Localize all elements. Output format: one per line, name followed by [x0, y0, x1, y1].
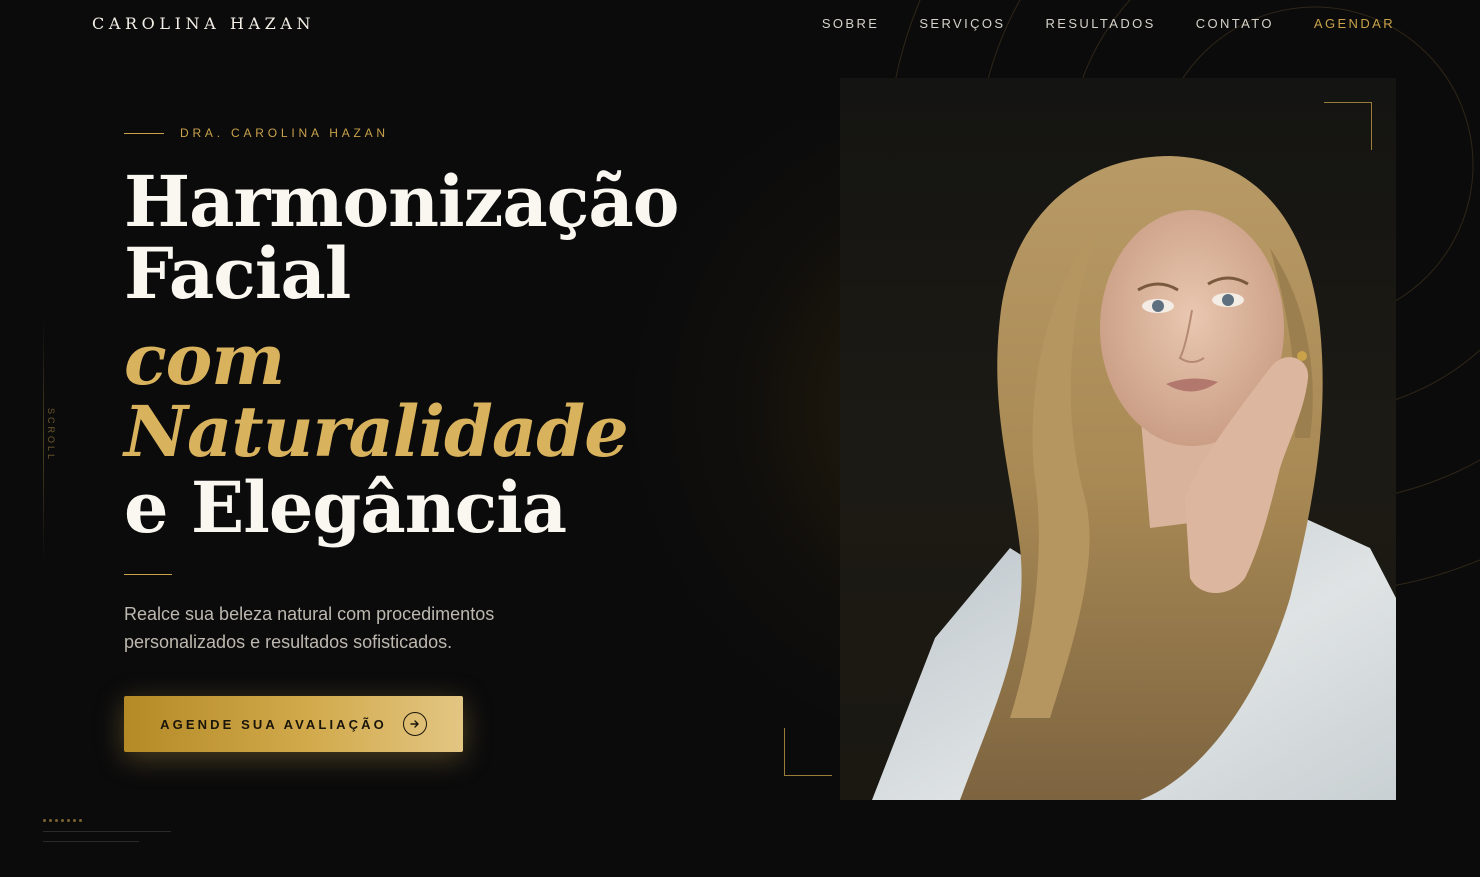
nav-link-resultados[interactable]: RESULTADOS — [1046, 16, 1156, 31]
scroll-label: SCROLL — [46, 407, 57, 463]
portrait-photo — [840, 78, 1396, 800]
frame-corner-top-right — [1324, 102, 1372, 150]
headline-line-2: Facial — [124, 232, 351, 315]
brand-logo[interactable]: CAROLINA HAZAN — [92, 14, 315, 33]
eyebrow-text: DRA. CAROLINA HAZAN — [180, 126, 389, 140]
hero-subtext: Realce sua beleza natural com procedimen… — [124, 604, 495, 652]
dot — [67, 819, 70, 822]
hero-eyebrow: DRA. CAROLINA HAZAN — [124, 126, 389, 140]
decorative-dots — [43, 819, 82, 822]
nav-links: SOBRE SERVIÇOS RESULTADOS CONTATO AGENDA… — [782, 16, 1395, 31]
dot — [61, 819, 64, 822]
top-navigation: CAROLINA HAZAN SOBRE SERVIÇOS RESULTADOS… — [0, 0, 1480, 48]
arrow-right-icon — [402, 712, 427, 736]
nav-link-contato[interactable]: CONTATO — [1196, 16, 1274, 31]
decorative-line — [43, 841, 139, 842]
eyebrow-line — [124, 132, 164, 134]
schedule-evaluation-button[interactable]: AGENDE SUA AVALIAÇÃO — [124, 696, 463, 752]
hero-headline: Harmonização Facial com Naturalidade e E… — [124, 160, 679, 549]
cta-label: AGENDE SUA AVALIAÇÃO — [160, 716, 387, 732]
headline-line-4: Naturalidade — [124, 390, 629, 473]
headline-line-1: Harmonização — [124, 160, 679, 243]
portrait-illustration — [872, 156, 1396, 800]
dot — [43, 819, 46, 822]
decorative-line — [43, 831, 171, 832]
scroll-indicator-line — [43, 320, 44, 560]
nav-link-sobre[interactable]: SOBRE — [822, 16, 880, 31]
headline-divider — [124, 574, 172, 575]
dot — [79, 819, 82, 822]
dot — [55, 819, 58, 822]
dot — [49, 819, 52, 822]
headline-line-5: e Elegância — [124, 466, 567, 549]
dot — [73, 819, 76, 822]
headline-line-3: com — [124, 318, 285, 401]
nav-link-agendar[interactable]: AGENDAR — [1314, 16, 1395, 31]
nav-link-servicos[interactable]: SERVIÇOS — [919, 16, 1005, 31]
frame-corner-bottom-left — [784, 728, 832, 776]
